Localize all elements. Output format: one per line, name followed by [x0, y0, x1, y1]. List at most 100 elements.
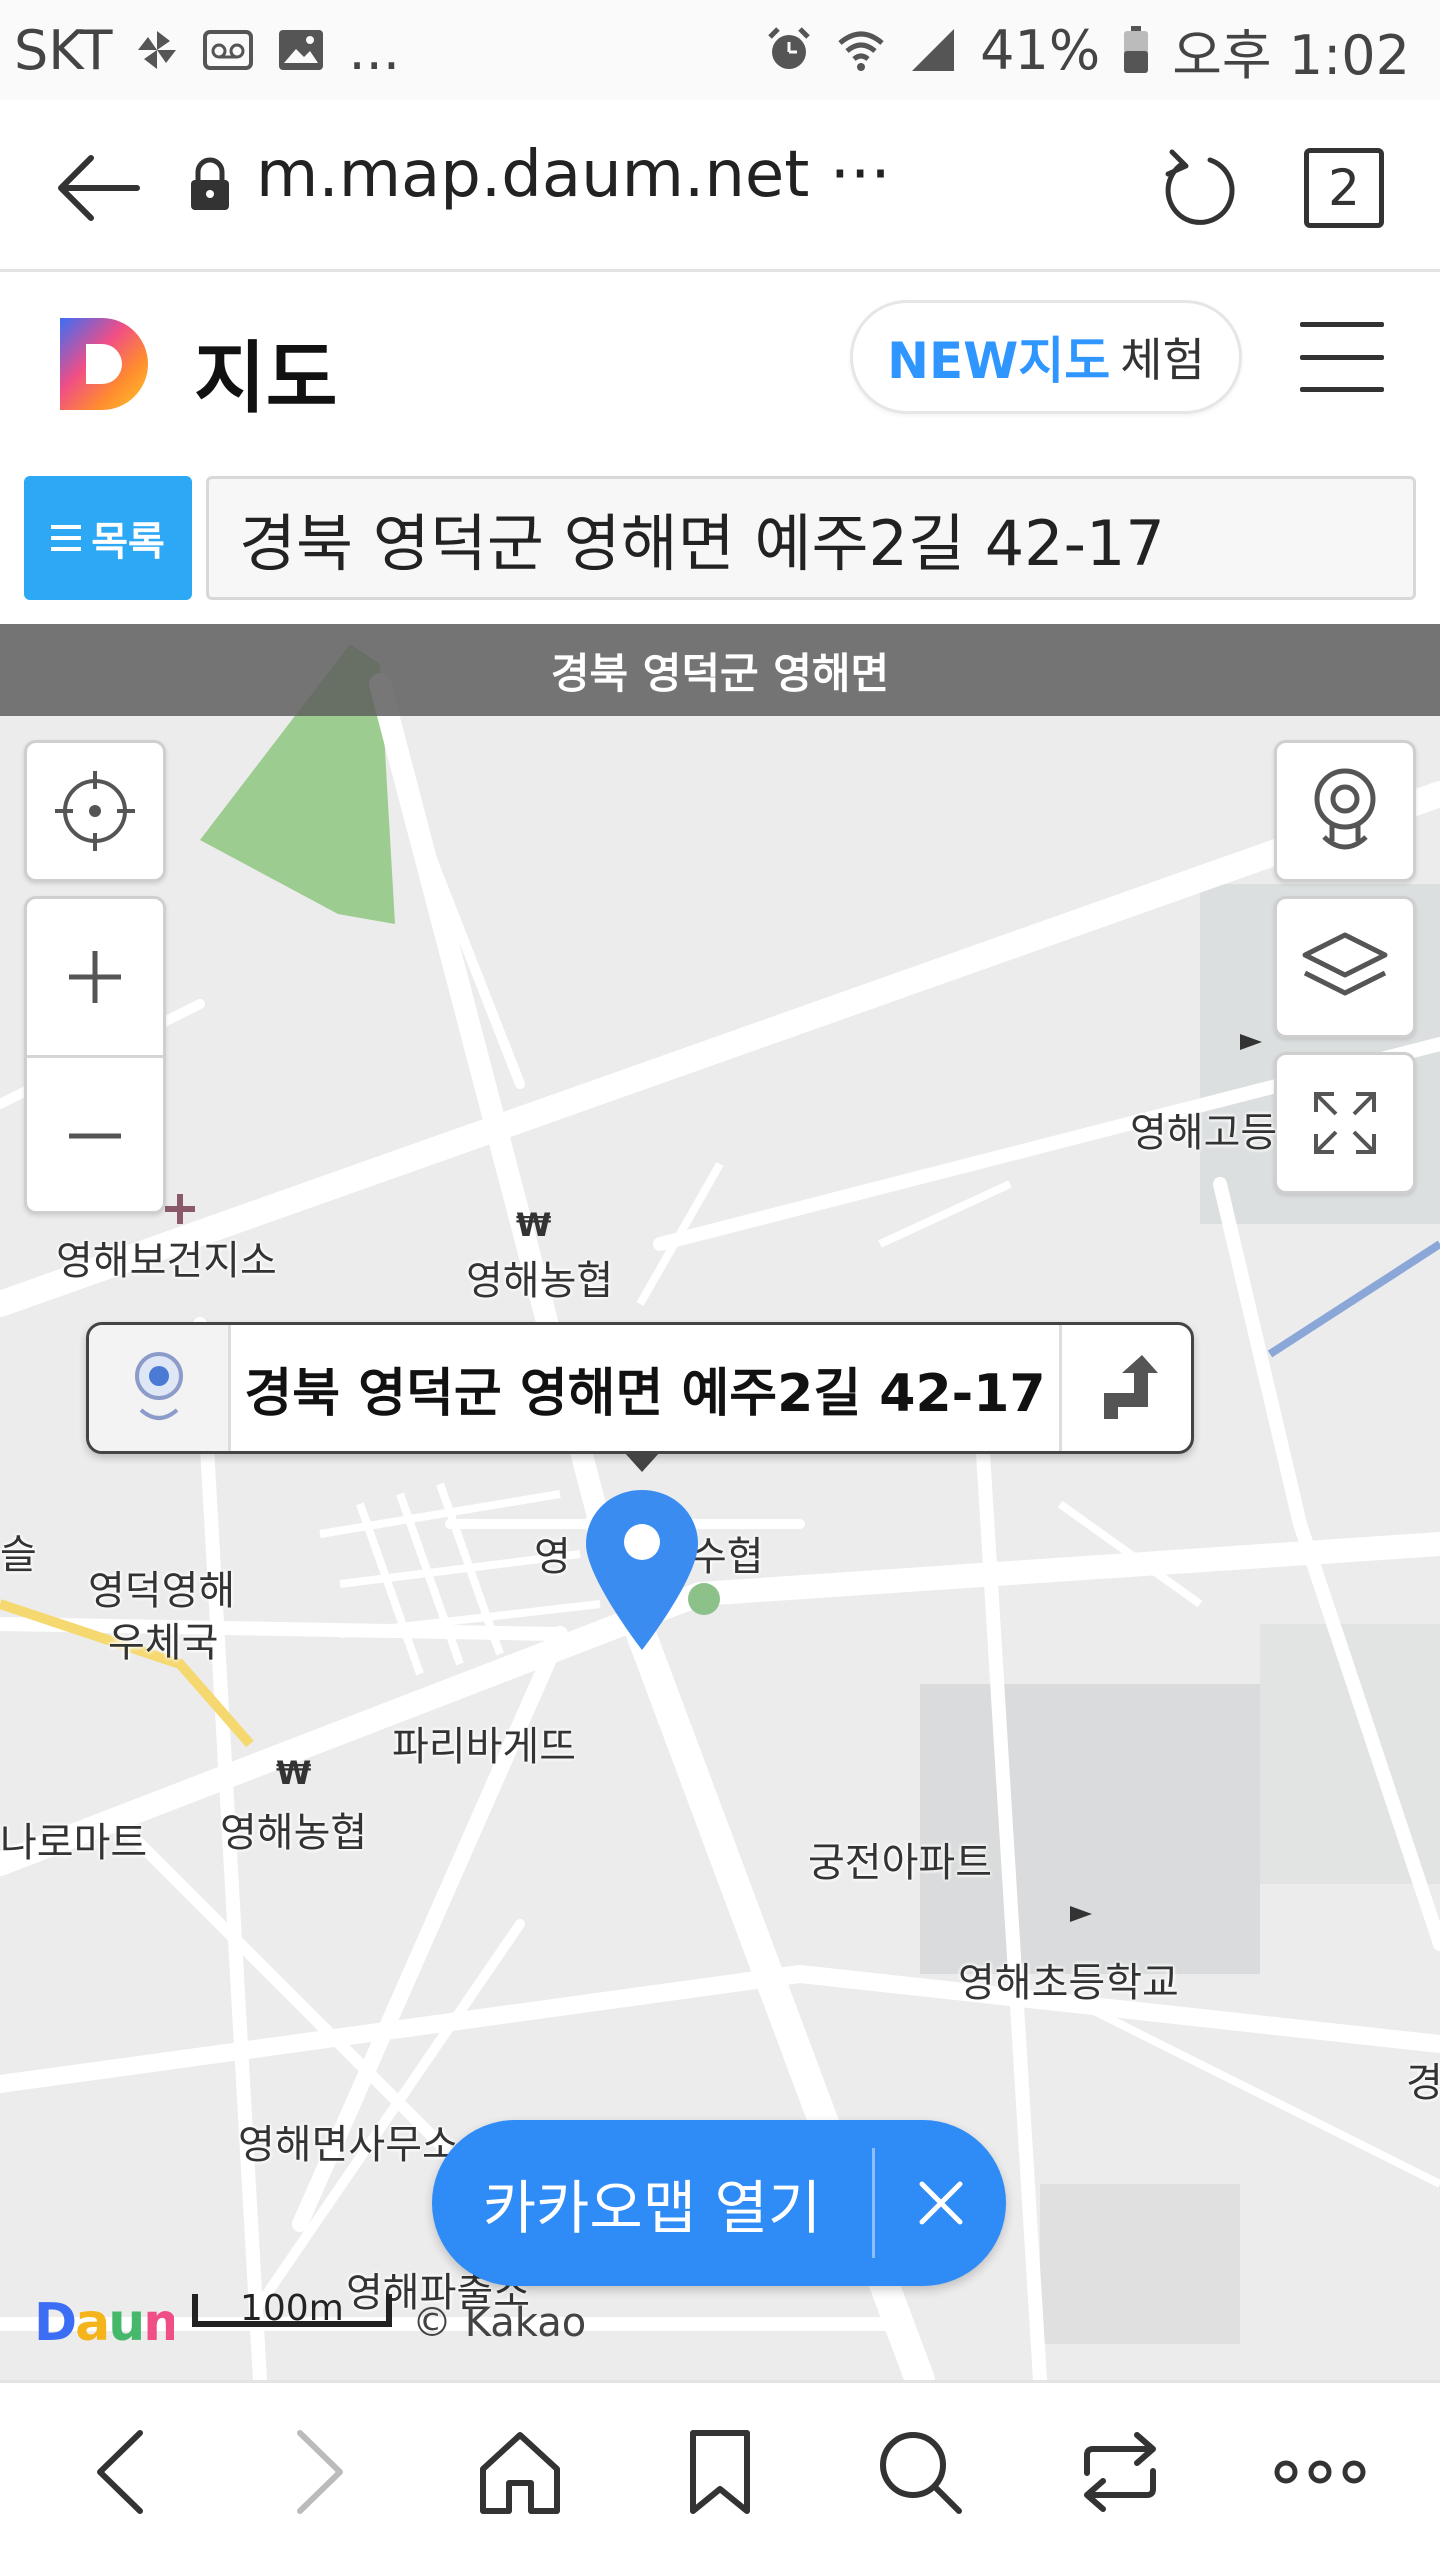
- home-icon: [480, 2431, 560, 2514]
- new-map-button[interactable]: NEW지도 체험: [850, 300, 1242, 414]
- reload-icon: [1165, 149, 1235, 225]
- status-right: 41% 오후 1:02: [764, 11, 1410, 90]
- layers-button[interactable]: [1274, 896, 1416, 1038]
- battery-percent: 41%: [980, 18, 1101, 82]
- search-input[interactable]: 경북 영덕군 영해면 예주2길 42-17: [206, 476, 1416, 600]
- back-button[interactable]: [50, 140, 146, 236]
- poi-paris-baguette[interactable]: 파리바게뜨: [392, 1714, 576, 1772]
- nav-home-button[interactable]: [450, 2402, 590, 2542]
- zoom-in-button[interactable]: [27, 899, 163, 1055]
- poi-high-school[interactable]: 영해고등: [1130, 1100, 1277, 1158]
- copyright: © Kakao: [412, 2300, 587, 2346]
- poi-suhyup-prefix[interactable]: 영: [534, 1524, 571, 1582]
- poi-left-edge[interactable]: 슬: [0, 1522, 37, 1580]
- more-dots-icon: [1274, 2460, 1366, 2483]
- status-left: SKT ...: [14, 19, 400, 82]
- popup-address: 경북 영덕군 영해면 예주2길 42-17: [244, 1363, 1046, 1424]
- nav-more-button[interactable]: [1250, 2402, 1390, 2542]
- poi-post-office-line2[interactable]: 우체국: [108, 1610, 218, 1668]
- daum-logo[interactable]: [56, 314, 156, 418]
- arrow-left-icon: [58, 155, 140, 221]
- fullscreen-button[interactable]: [1274, 1052, 1416, 1194]
- chevron-left-icon: [97, 2429, 143, 2514]
- alarm-icon: [764, 25, 814, 75]
- tab-count-button[interactable]: 2: [1304, 148, 1384, 228]
- reload-button[interactable]: [1150, 140, 1250, 240]
- wifi-icon: [836, 25, 886, 75]
- poi-nonghyup-2[interactable]: 영해농협: [220, 1800, 367, 1858]
- block-area-2: [1040, 2184, 1240, 2344]
- pinwheel-icon: [134, 27, 180, 73]
- map-view[interactable]: ₩ ₩ 경북 영덕군 영해면 영해보건지소 영해농협 슬 영덕영해 우체국 영 …: [0, 624, 1440, 2380]
- new-map-label-strong: NEW지도: [887, 332, 1111, 390]
- poi-right-edge[interactable]: 경: [1406, 2050, 1440, 2108]
- tab-count: 2: [1328, 159, 1360, 217]
- roadview-camera-icon: [1314, 768, 1376, 850]
- voicemail-icon: [202, 27, 254, 73]
- address-popup[interactable]: 경북 영덕군 영해면 예주2길 42-17: [86, 1322, 1194, 1454]
- list-button-label: 목록: [91, 519, 165, 565]
- zoom-control: [24, 896, 166, 1214]
- chevron-right-icon: [297, 2429, 343, 2514]
- svg-text:₩: ₩: [516, 1206, 551, 1244]
- map-pin-icon[interactable]: [582, 1486, 702, 1660]
- page-title: 지도: [194, 334, 338, 424]
- roadview-button[interactable]: [1274, 740, 1416, 882]
- hamburger-icon[interactable]: [1300, 322, 1384, 392]
- map-roads: ₩ ₩: [0, 644, 1440, 2380]
- svg-text:Daum: Daum: [34, 2294, 174, 2350]
- status-more: ...: [348, 18, 400, 82]
- open-kakaomap-label: 카카오맵 열기: [482, 2174, 822, 2242]
- minus-icon: [69, 1133, 121, 1139]
- poi-health-center[interactable]: 영해보건지소: [56, 1228, 277, 1286]
- url-more: ···: [829, 138, 891, 212]
- signal-icon: [908, 25, 958, 75]
- svg-text:₩: ₩: [276, 1754, 311, 1792]
- clock: 오후 1:02: [1172, 23, 1410, 87]
- poi-naro-mart[interactable]: 나로마트: [0, 1810, 147, 1868]
- poi-nonghyup[interactable]: 영해농협: [466, 1248, 613, 1306]
- url-bar[interactable]: m.map.daum.net ···: [256, 138, 891, 212]
- battery-icon: [1122, 25, 1150, 75]
- browser-bottom-nav: [0, 2380, 1440, 2560]
- share-icon: [1084, 2431, 1156, 2512]
- nav-bookmark-button[interactable]: [650, 2402, 790, 2542]
- bookmark-icon: [690, 2429, 750, 2514]
- nav-search-button[interactable]: [850, 2402, 990, 2542]
- open-kakaomap-button[interactable]: 카카오맵 열기: [432, 2120, 1006, 2286]
- list-icon: [51, 525, 82, 551]
- layers-icon: [1302, 932, 1388, 996]
- browser-toolbar: m.map.daum.net ··· 2: [0, 100, 1440, 272]
- close-icon: [919, 2181, 962, 2225]
- poi-myeon-office[interactable]: 영해면사무소: [238, 2112, 459, 2170]
- daum-map-logo: Daum: [34, 2293, 197, 2363]
- route-button[interactable]: [1059, 1325, 1191, 1451]
- poi-apartment[interactable]: 궁전아파트: [808, 1830, 992, 1888]
- crosshair-icon: [55, 771, 135, 851]
- elementary-area: [920, 1684, 1260, 1974]
- route-arrow-icon: [1103, 1355, 1158, 1419]
- locate-button[interactable]: [24, 740, 166, 882]
- roadview-small-button[interactable]: [89, 1325, 231, 1451]
- nav-back-button[interactable]: [50, 2402, 190, 2542]
- fullscreen-icon: [1314, 1092, 1376, 1154]
- scale-label: 100m: [240, 2288, 344, 2329]
- lock-icon: [188, 156, 232, 216]
- popup-tail: [624, 1452, 660, 1472]
- new-map-label: 체험: [1120, 333, 1205, 387]
- search-row: 목록 경북 영덕군 영해면 예주2길 42-17: [0, 444, 1440, 624]
- nav-share-button[interactable]: [1050, 2402, 1190, 2542]
- poi-elementary-school[interactable]: 영해초등학교: [958, 1950, 1179, 2008]
- zoom-out-button[interactable]: [27, 1058, 163, 1214]
- close-banner-button[interactable]: [875, 2180, 1006, 2226]
- url-text: m.map.daum.net: [256, 138, 810, 212]
- nav-forward-button[interactable]: [250, 2402, 390, 2542]
- search-query: 경북 영덕군 영해면 예주2길 42-17: [239, 507, 1165, 580]
- list-button[interactable]: 목록: [24, 476, 192, 600]
- poi-post-office-line1[interactable]: 영덕영해: [88, 1558, 235, 1616]
- plus-icon: [69, 951, 121, 1003]
- roadview-camera-icon: [134, 1352, 183, 1420]
- image-icon: [276, 27, 326, 73]
- status-bar: SKT ... 41% 오후 1:02: [0, 0, 1440, 100]
- search-icon: [880, 2431, 962, 2514]
